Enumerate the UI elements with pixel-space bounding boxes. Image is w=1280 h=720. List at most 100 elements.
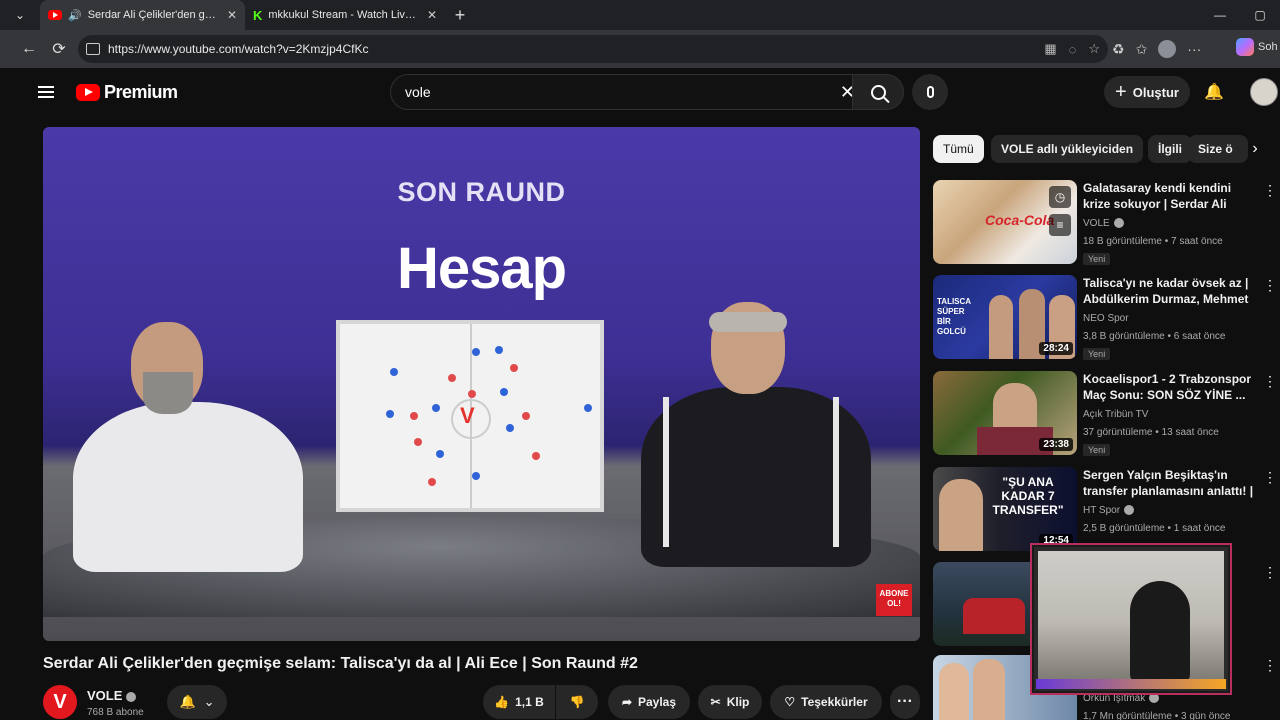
chip-from-uploader[interactable]: VOLE adlı yükleyiciden — [991, 135, 1144, 163]
chip-all[interactable]: Tümü — [933, 135, 984, 163]
recommendation-channel[interactable]: VOLE — [1083, 218, 1124, 229]
address-bar: ← ⟳ https://www.youtube.com/watch?v=2Kmz… — [0, 30, 1280, 68]
close-tab-icon[interactable]: ✕ — [427, 8, 437, 22]
url-field[interactable]: https://www.youtube.com/watch?v=2Kmzjp4C… — [78, 35, 1108, 63]
recommendation-channel[interactable]: NEO Spor — [1083, 313, 1129, 324]
more-menu-icon[interactable]: ··· — [1187, 41, 1201, 57]
recommendation-title[interactable]: Galatasaray kendi kendini krize sokuyor … — [1083, 180, 1261, 212]
recommendation-meta: 3,8 B görüntüleme • 6 saat önce — [1083, 331, 1226, 342]
webcam-overlay — [1030, 543, 1232, 695]
tab-list-chevron-icon[interactable]: ⌄ — [0, 0, 40, 30]
kebab-menu-icon[interactable]: ⋮ — [1263, 469, 1277, 486]
channel-name-text: VOLE — [87, 688, 123, 703]
tab-kick[interactable]: K mkkukul Stream - Watch Live on K ✕ — [245, 0, 445, 30]
youtube-favicon-icon — [48, 10, 62, 20]
share-label: Paylaş — [638, 695, 677, 709]
back-button[interactable]: ← — [14, 34, 44, 64]
close-tab-icon[interactable]: ✕ — [227, 8, 237, 22]
new-badge: Yeni — [1083, 348, 1111, 360]
kebab-menu-icon[interactable]: ⋮ — [1263, 277, 1277, 294]
add-to-queue-icon[interactable]: ≡ — [1049, 214, 1071, 236]
menu-icon[interactable] — [38, 86, 54, 98]
tracking-icon[interactable]: ◌ — [1069, 42, 1077, 57]
reload-button[interactable]: ⟳ — [44, 34, 74, 64]
new-badge: Yeni — [1083, 253, 1111, 265]
new-tab-button[interactable]: + — [445, 0, 475, 30]
chips-next-icon[interactable]: › — [1242, 135, 1268, 163]
kebab-menu-icon[interactable]: ⋮ — [1263, 564, 1277, 581]
like-button[interactable]: 👍 1,1 B — [483, 685, 555, 719]
presenter-left — [73, 322, 303, 572]
clip-button[interactable]: ✂ Klip — [698, 685, 762, 719]
favorite-star-icon[interactable]: ☆ — [1088, 41, 1100, 57]
vole-logo-mark: V — [460, 403, 475, 428]
video-player[interactable]: SON RAUND Hesap V ABONE OL! — [43, 127, 920, 641]
youtube-logo-icon — [76, 84, 100, 101]
tab-title: Serdar Ali Çelikler'den geçmişe — [87, 9, 221, 21]
channel-name[interactable]: VOLE — [87, 688, 137, 703]
verified-icon — [1113, 218, 1124, 229]
webcam-frame-bar — [1036, 679, 1226, 689]
dislike-button[interactable]: 👎 — [556, 685, 598, 719]
subscribe-badge: ABONE OL! — [876, 584, 912, 616]
subscriber-count: 768 B abone — [87, 707, 144, 718]
thumbs-up-icon: 👍 — [494, 695, 510, 709]
profile-icon[interactable] — [1158, 40, 1177, 58]
favorites-icon[interactable]: ✩ — [1136, 41, 1148, 58]
maximize-icon[interactable]: ▢ — [1240, 0, 1280, 30]
video-title: Serdar Ali Çelikler'den geçmişe selam: T… — [43, 655, 638, 672]
more-actions-button[interactable]: ··· — [890, 685, 920, 719]
copilot-label: Soh — [1258, 41, 1278, 53]
thumbs-down-icon: 👎 — [569, 695, 585, 709]
subscription-bell-button[interactable]: 🔔 ⌄ — [167, 685, 227, 719]
logo-text: Premium — [104, 82, 178, 102]
kebab-menu-icon[interactable]: ⋮ — [1263, 373, 1277, 390]
search-button[interactable] — [852, 74, 904, 110]
copilot-button[interactable]: Soh — [1236, 38, 1278, 56]
kebab-menu-icon[interactable]: ⋮ — [1263, 657, 1277, 674]
user-avatar[interactable] — [1250, 78, 1278, 106]
video-thumbnail[interactable]: TALISCA SÜPER BİR GOLCÜ 28:24 — [933, 275, 1077, 359]
recommendation-channel[interactable]: HT Spor — [1083, 505, 1135, 516]
sponsor-logo-text: Hesap — [396, 236, 567, 301]
search-input[interactable]: vole ✕ — [390, 74, 868, 110]
recommendation-item[interactable]: "ŞU ANA KADAR 7 TRANSFER" 12:54 Sergen Y… — [933, 467, 1280, 555]
thumbnail-text: TALISCA SÜPER BİR GOLCÜ — [937, 297, 971, 336]
kebab-menu-icon[interactable]: ⋮ — [1263, 182, 1277, 199]
watch-later-icon[interactable]: ◷ — [1049, 186, 1071, 208]
tactics-board: V — [336, 320, 604, 512]
speaker-icon[interactable]: 🔊 — [68, 9, 82, 22]
video-thumbnail[interactable]: "ŞU ANA KADAR 7 TRANSFER" 12:54 — [933, 467, 1077, 551]
recommendation-meta: 37 görüntüleme • 13 saat önce — [1083, 427, 1219, 438]
voice-search-button[interactable] — [912, 74, 948, 110]
video-thumbnail[interactable]: Coca-Cola ◷ ≡ — [933, 180, 1077, 264]
apps-icon[interactable]: ▦ — [1044, 41, 1056, 57]
chip-for-you[interactable]: Size ö — [1188, 135, 1248, 163]
thanks-button[interactable]: ♡ Teşekkürler — [770, 685, 882, 719]
create-label: Oluştur — [1132, 84, 1179, 100]
recommendation-channel[interactable]: Açık Tribün TV — [1083, 409, 1148, 420]
minimize-icon[interactable]: — — [1200, 0, 1240, 30]
site-info-icon[interactable] — [86, 43, 100, 55]
chip-related[interactable]: İlgili — [1148, 135, 1192, 163]
verified-icon — [126, 691, 137, 702]
tab-youtube[interactable]: 🔊 Serdar Ali Çelikler'den geçmişe ✕ — [40, 0, 245, 30]
search-icon — [870, 84, 886, 100]
share-button[interactable]: ➦ Paylaş — [608, 685, 690, 719]
presenter-right — [633, 302, 873, 567]
recommendation-item[interactable]: 23:38 Kocaelispor1 - 2 Trabzonspor Maç S… — [933, 371, 1280, 459]
notifications-bell-icon[interactable]: 🔔 — [1202, 80, 1226, 104]
like-count: 1,1 B — [515, 695, 544, 709]
extension-icon[interactable]: ♻ — [1112, 41, 1125, 58]
create-button[interactable]: + Oluştur — [1104, 76, 1190, 108]
video-thumbnail[interactable]: 23:38 — [933, 371, 1077, 455]
recommendation-item[interactable]: Coca-Cola ◷ ≡ Galatasaray kendi kendini … — [933, 180, 1280, 268]
recommendation-title[interactable]: Kocaelispor1 - 2 Trabzonspor Maç Sonu: S… — [1083, 371, 1261, 403]
youtube-logo[interactable]: Premium — [76, 82, 178, 103]
heart-dollar-icon: ♡ — [784, 695, 796, 709]
recommendation-title[interactable]: Sergen Yalçın Beşiktaş'ın transfer planl… — [1083, 467, 1261, 499]
new-badge: Yeni — [1083, 444, 1111, 456]
recommendation-title[interactable]: Talisca'yı ne kadar övsek az | Abdülkeri… — [1083, 275, 1261, 307]
channel-avatar[interactable]: V — [43, 685, 77, 719]
recommendation-item[interactable]: TALISCA SÜPER BİR GOLCÜ 28:24 Talisca'yı… — [933, 275, 1280, 363]
